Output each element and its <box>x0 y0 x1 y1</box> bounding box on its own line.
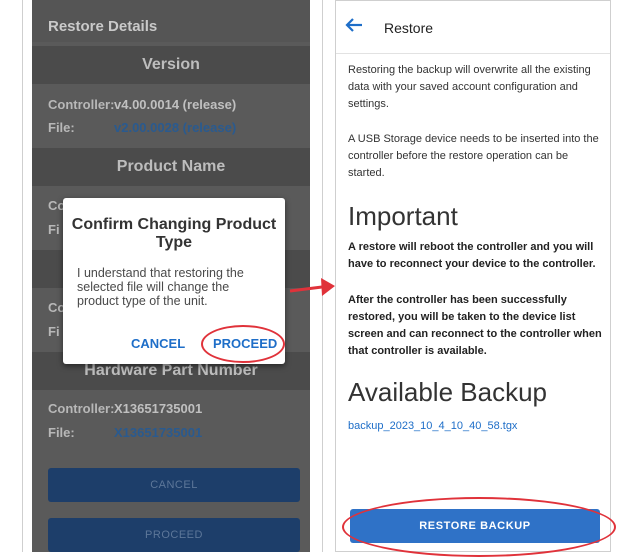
restore-button-highlight-circle <box>342 497 616 557</box>
hardware-file-row: File: X13651735001 <box>48 425 202 440</box>
row-value: v2.00.0028 (release) <box>114 120 237 135</box>
dialog-title: Confirm Changing Product Type <box>71 216 277 251</box>
restore-details-header: Restore Details <box>32 0 310 42</box>
row-key: Controller: <box>48 401 115 416</box>
cancel-button-dimmed[interactable]: CANCEL <box>48 468 300 502</box>
version-section: Version <box>32 46 310 84</box>
version-file-row: File: v2.00.0028 (release) <box>48 120 236 135</box>
hardware-controller-row: Controller:X13651735001 <box>48 401 202 416</box>
proceed-highlight-circle <box>201 325 285 363</box>
usb-requirement-text: A USB Storage device needs to be inserte… <box>348 133 599 179</box>
important-reconnect-text: After the controller has been successful… <box>348 294 602 357</box>
version-controller-row: Controller:v4.00.0014 (release) <box>48 97 236 112</box>
back-arrow-icon[interactable] <box>344 15 364 35</box>
proceed-button-dimmed[interactable]: PROCEED <box>48 518 300 552</box>
product-name-section-title: Product Name <box>116 158 226 175</box>
restore-app-bar: Restore <box>336 1 610 54</box>
product-name-section: Product Name <box>32 148 310 186</box>
red-arrow-annotation <box>289 278 335 296</box>
available-backup-heading: Available Backup <box>348 377 547 407</box>
overwrite-warning-text: Restoring the backup will overwrite all … <box>348 64 591 110</box>
important-reboot-text: A restore will reboot the controller and… <box>348 241 596 270</box>
row-value: X13651735001 <box>114 425 203 440</box>
dialog-message: I understand that restoring the selected… <box>77 266 244 308</box>
row-key: Controller: <box>48 97 115 112</box>
restore-screen: Restore Restoring the backup will overwr… <box>335 0 611 552</box>
version-section-title: Version <box>142 56 200 73</box>
restore-details-title: Restore Details <box>48 18 158 35</box>
restore-title: Restore <box>384 20 434 36</box>
row-value: X13651735001 <box>114 401 203 416</box>
important-heading: Important <box>348 201 458 231</box>
backup-file-link[interactable]: backup_2023_10_4_10_40_58.tgx <box>348 420 517 432</box>
row-value: v4.00.0014 (release) <box>114 97 237 112</box>
row-key: File: <box>48 120 75 135</box>
row-key: File: <box>48 425 75 440</box>
dialog-cancel-button[interactable]: CANCEL <box>131 336 185 351</box>
